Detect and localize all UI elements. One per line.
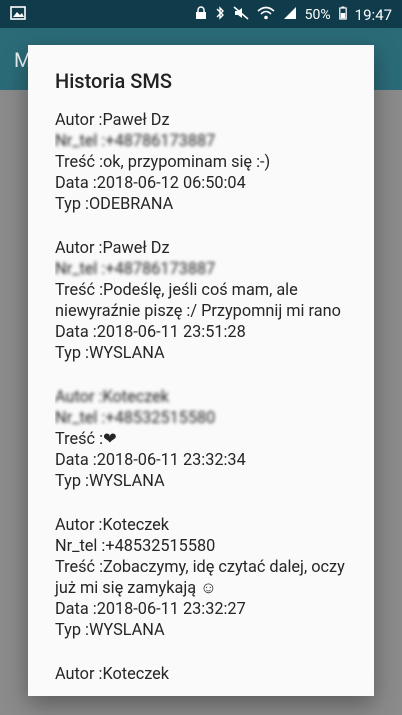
list-item: Autor :Koteczek Nr_tel :+48532515580 Tre…	[55, 514, 365, 640]
message-date: Data :2018-06-11 23:32:34	[55, 450, 246, 469]
author: Autor :Paweł Dz	[55, 110, 170, 129]
message-date: Data :2018-06-11 23:32:27	[55, 599, 246, 618]
message-date: Data :2018-06-12 06:50:04	[55, 173, 246, 192]
author: Autor :Paweł Dz	[55, 238, 170, 257]
sms-history-dialog: Historia SMS Autor :Paweł Dz Nr_tel :+48…	[28, 45, 374, 696]
message-text: Treść :Zobaczymy, idę czytać dalej, oczy…	[55, 557, 345, 597]
message-type: Typ :WYSLANA	[55, 471, 165, 490]
phone-number: Nr_tel :+48532515580	[55, 408, 216, 427]
message-text: Treść :ok, przypominam się :-)	[55, 152, 271, 171]
message-type: Typ :ODEBRANA	[55, 194, 174, 213]
image-icon	[10, 6, 26, 24]
list-item: Autor :Paweł Dz Nr_tel :+48786173887 Tre…	[55, 237, 365, 363]
signal-icon	[283, 6, 297, 24]
dialog-title: Historia SMS	[55, 69, 172, 93]
message-type: Typ :WYSLANA	[55, 343, 165, 362]
sms-list[interactable]: Autor :Paweł Dz Nr_tel :+48786173887 Tre…	[55, 109, 365, 696]
phone-number: Nr_tel :+48532515580	[55, 536, 216, 555]
author: Autor :Koteczek	[55, 664, 170, 683]
author: Autor :Koteczek	[55, 387, 170, 406]
message-text: Treść :Podeślę, jeśli coś mam, ale niewy…	[55, 280, 341, 320]
battery-percent: 50%	[304, 7, 331, 23]
list-item: Autor :Koteczek Nr_tel :+48532515580 Tre…	[55, 386, 365, 491]
status-bar: 50% 19:47	[0, 0, 402, 28]
author: Autor :Koteczek	[55, 515, 170, 534]
message-date: Data :2018-06-11 23:51:28	[55, 322, 246, 341]
list-item: Autor :Koteczek	[55, 663, 365, 684]
battery-icon	[338, 6, 347, 24]
mute-icon	[233, 6, 249, 24]
lock-icon	[195, 6, 207, 24]
message-type: Typ :WYSLANA	[55, 620, 165, 639]
phone-number: Nr_tel :+48786173887	[55, 259, 216, 278]
clock: 19:47	[354, 6, 392, 24]
phone-number: Nr_tel :+48786173887	[55, 131, 216, 150]
message-text: Treść :❤	[55, 429, 117, 448]
bluetooth-icon	[215, 5, 225, 25]
list-item: Autor :Paweł Dz Nr_tel :+48786173887 Tre…	[55, 109, 365, 214]
wifi-icon	[257, 6, 275, 24]
